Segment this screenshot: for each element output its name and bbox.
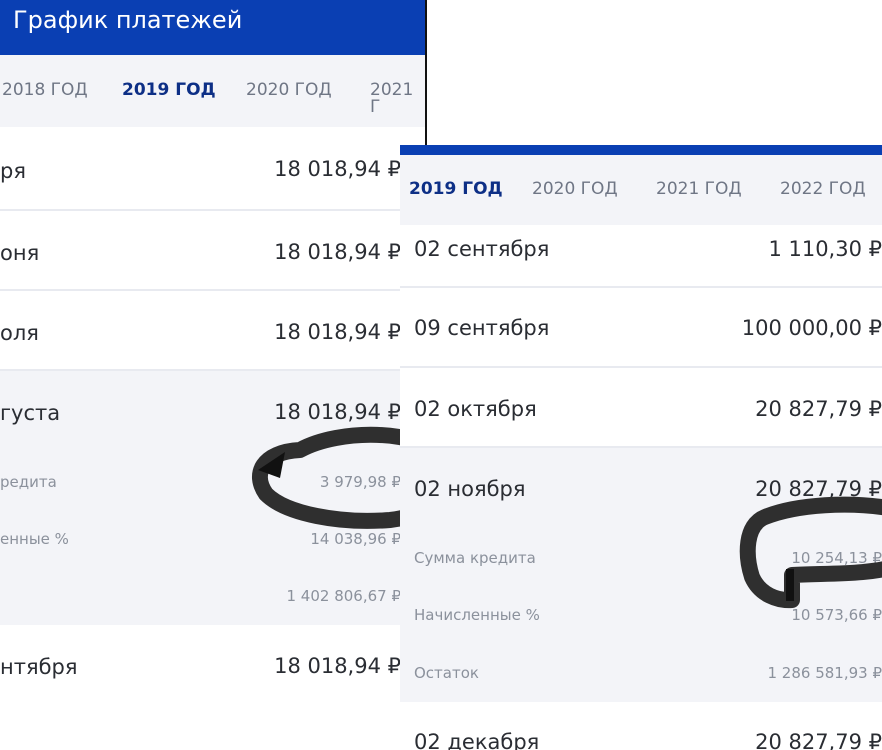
payment-date: 02 октября	[414, 397, 537, 421]
app-bar-edge	[400, 145, 882, 155]
payment-date: ря	[0, 159, 26, 183]
tab-2019[interactable]: 2019 ГОД	[409, 181, 503, 198]
detail-label: енные %	[0, 530, 69, 548]
payment-amount: 18 018,94 ₽	[274, 240, 401, 264]
detail-row: Начисленные % 10 573,66 ₽	[400, 588, 882, 646]
payment-row-expanded[interactable]: 02 ноября 20 827,79 ₽	[400, 448, 882, 530]
tab-2018[interactable]: 2018 ГОД	[2, 82, 88, 99]
detail-value: 3 979,98 ₽	[319, 473, 401, 491]
detail-row: 1 402 806,67 ₽	[0, 569, 425, 627]
payment-date: 02 ноября	[414, 477, 526, 501]
detail-row: редита 3 979,98 ₽	[0, 453, 425, 511]
payment-row[interactable]: оля 18 018,94 ₽	[0, 291, 425, 371]
payment-details: Сумма кредита 10 254,13 ₽ Начисленные % …	[400, 530, 882, 702]
right-screenshot: 2019 ГОД 2020 ГОД 2021 ГОД 2022 ГОД 02 с…	[400, 145, 882, 750]
tab-2021[interactable]: 2021 Г	[370, 82, 425, 116]
tab-2020[interactable]: 2020 ГОД	[532, 181, 618, 198]
page-title: График платежей	[13, 6, 243, 34]
app-bar: График платежей	[0, 0, 425, 55]
payment-date: 02 декабря	[414, 730, 540, 750]
detail-label: Сумма кредита	[414, 549, 536, 567]
year-tabs: 2018 ГОД 2019 ГОД 2020 ГОД 2021 Г	[0, 55, 425, 127]
payment-date: густа	[0, 401, 61, 425]
payment-row[interactable]: 02 октября 20 827,79 ₽	[400, 368, 882, 448]
detail-row: Сумма кредита 10 254,13 ₽	[400, 530, 882, 588]
detail-value: 1 402 806,67 ₽	[286, 587, 401, 605]
detail-label: Начисленные %	[414, 606, 540, 624]
payment-row-expanded[interactable]: густа 18 018,94 ₽	[0, 371, 425, 453]
payment-amount: 18 018,94 ₽	[274, 400, 401, 424]
payment-amount: 1 110,30 ₽	[768, 237, 882, 261]
tab-2019[interactable]: 2019 ГОД	[122, 82, 216, 99]
payment-row[interactable]: ря 18 018,94 ₽	[0, 131, 425, 211]
tab-2022[interactable]: 2022 ГОД	[780, 181, 866, 198]
payment-date: оля	[0, 321, 39, 345]
year-tabs: 2019 ГОД 2020 ГОД 2021 ГОД 2022 ГОД	[400, 155, 882, 225]
payment-row[interactable]: 02 декабря 20 827,79 ₽	[400, 702, 882, 750]
detail-label: редита	[0, 473, 57, 491]
payment-date: оня	[0, 241, 40, 265]
detail-value: 10 573,66 ₽	[791, 606, 882, 624]
detail-value: 14 038,96 ₽	[310, 530, 401, 548]
payment-amount: 18 018,94 ₽	[274, 320, 401, 344]
payment-row[interactable]: 02 сентября 1 110,30 ₽	[400, 225, 882, 288]
payment-amount: 18 018,94 ₽	[274, 157, 401, 181]
detail-value: 10 254,13 ₽	[791, 549, 882, 567]
tab-2020[interactable]: 2020 ГОД	[246, 82, 332, 99]
payment-amount: 18 018,94 ₽	[274, 654, 401, 678]
detail-value: 1 286 581,93 ₽	[767, 664, 882, 682]
payment-date: 02 сентября	[414, 237, 550, 261]
tab-2021[interactable]: 2021 ГОД	[656, 181, 742, 198]
payment-amount: 100 000,00 ₽	[741, 316, 882, 340]
left-screenshot: График платежей 2018 ГОД 2019 ГОД 2020 Г…	[0, 0, 427, 750]
payment-amount: 20 827,79 ₽	[755, 477, 882, 501]
payment-date: 09 сентября	[414, 316, 550, 340]
payment-date: нтября	[0, 655, 78, 679]
payment-amount: 20 827,79 ₽	[755, 730, 882, 750]
payment-row[interactable]: 09 сентября 100 000,00 ₽	[400, 288, 882, 368]
detail-row: Остаток 1 286 581,93 ₽	[400, 646, 882, 704]
detail-label: Остаток	[414, 664, 479, 682]
payment-row[interactable]: оня 18 018,94 ₽	[0, 211, 425, 291]
payment-row[interactable]: нтября 18 018,94 ₽	[0, 627, 425, 707]
payment-details: редита 3 979,98 ₽ енные % 14 038,96 ₽ 1 …	[0, 453, 425, 625]
detail-row: енные % 14 038,96 ₽	[0, 511, 425, 569]
payment-amount: 20 827,79 ₽	[755, 397, 882, 421]
